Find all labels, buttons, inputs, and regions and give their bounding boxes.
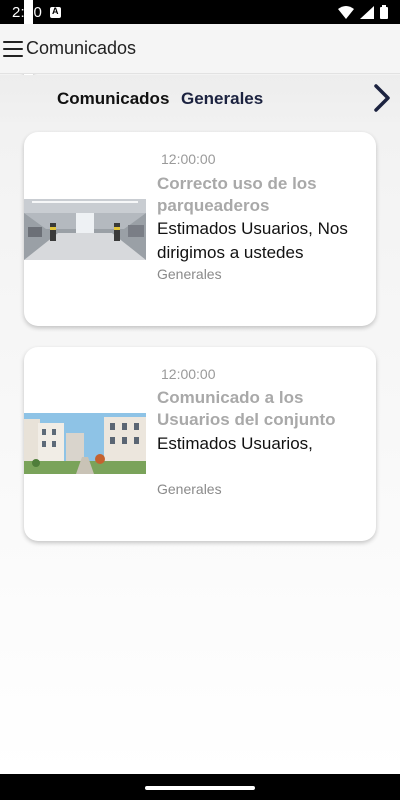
status-left: 2:10 — [12, 0, 61, 109]
app-bar: Comunicados — [0, 24, 400, 74]
card-time: 12:00:00 — [161, 366, 216, 382]
parking-garage-photo — [24, 199, 146, 260]
announcement-card[interactable]: 12:00:00 Comunicado a los Usuarios del c… — [24, 347, 376, 541]
status-right — [338, 5, 388, 19]
card-category: Generales — [157, 266, 222, 282]
page-title: Comunicados — [26, 38, 137, 58]
home-gesture-bar[interactable] — [145, 786, 255, 790]
card-body: Estimados Usuarios, Nos dirigimos a uste… — [157, 219, 348, 262]
content-area: 12:00:00 Correcto uso de los parqueadero… — [0, 122, 400, 774]
battery-icon — [380, 5, 388, 19]
hamburger-menu-icon[interactable] — [3, 40, 23, 57]
card-body: Estimados Usuarios, — [157, 434, 313, 453]
tab-strip: Comunicados Generales — [0, 75, 400, 122]
navigation-bar — [0, 774, 400, 800]
tab-comunicados[interactable]: Comunicados — [57, 89, 169, 109]
card-title: Comunicado a los Usuarios del conjunto — [157, 388, 336, 429]
a-notification-icon — [50, 6, 61, 18]
wifi-icon — [338, 5, 354, 19]
announcement-card[interactable]: 12:00:00 Correcto uso de los parqueadero… — [24, 132, 376, 326]
card-title: Correcto uso de los parqueaderos — [157, 174, 317, 215]
chevron-right-icon[interactable] — [372, 83, 394, 113]
card-time: 12:00:00 — [161, 151, 216, 167]
apartment-buildings-photo — [24, 413, 146, 474]
card-category: Generales — [157, 481, 222, 497]
tab-generales[interactable]: Generales — [181, 89, 263, 109]
signal-icon — [360, 5, 374, 19]
status-bar: 2:10 — [0, 0, 400, 109]
